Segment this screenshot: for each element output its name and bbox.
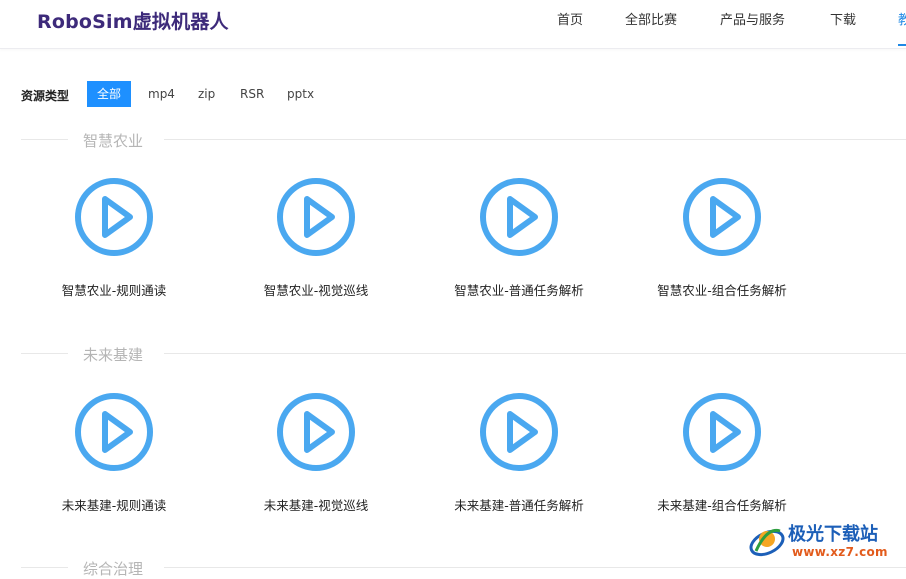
resource-card[interactable]: 智慧农业-组合任务解析 bbox=[632, 177, 812, 307]
nav-active-underline bbox=[898, 44, 906, 46]
nav-home[interactable]: 首页 bbox=[557, 9, 583, 28]
resource-title: 智慧农业-视觉巡线 bbox=[263, 283, 369, 298]
section-title-future-infrastructure: 未来基建 bbox=[0, 344, 906, 364]
resource-card[interactable]: 未来基建-组合任务解析 bbox=[632, 392, 812, 522]
filter-option-all[interactable]: 全部 bbox=[87, 81, 132, 107]
play-circle-icon bbox=[75, 178, 153, 256]
play-circle-icon bbox=[683, 178, 761, 256]
watermark-text: 极光下载站 bbox=[788, 524, 878, 545]
divider-line bbox=[21, 567, 68, 568]
divider-line bbox=[21, 139, 68, 140]
resource-title: 未来基建-普通任务解析 bbox=[454, 498, 584, 513]
resource-card[interactable]: 智慧农业-规则通读 bbox=[24, 177, 204, 307]
main-nav: 首页 全部比赛 产品与服务 下载 教 bbox=[0, 0, 906, 48]
play-circle-icon bbox=[480, 393, 558, 471]
watermark-logo-icon bbox=[749, 528, 785, 557]
filter-option-mp4[interactable]: mp4 bbox=[148, 81, 175, 107]
play-circle-icon bbox=[75, 393, 153, 471]
watermark-url: www.xz7.com bbox=[792, 545, 888, 559]
resource-title: 智慧农业-规则通读 bbox=[61, 283, 167, 298]
filter-option-rsr[interactable]: RSR bbox=[240, 81, 264, 107]
resource-card[interactable]: 未来基建-规则通读 bbox=[24, 392, 204, 522]
resource-card[interactable]: 智慧农业-视觉巡线 bbox=[226, 177, 406, 307]
resource-card[interactable]: 未来基建-视觉巡线 bbox=[226, 392, 406, 522]
filter-label: 资源类型 bbox=[21, 89, 70, 103]
resource-card[interactable]: 智慧农业-普通任务解析 bbox=[429, 177, 609, 307]
play-circle-icon bbox=[683, 393, 761, 471]
site-watermark: 极光下载站 www.xz7.com bbox=[746, 517, 906, 565]
section-title-text: 智慧农业 bbox=[83, 132, 144, 150]
nav-download[interactable]: 下载 bbox=[830, 9, 856, 28]
nav-products-services[interactable]: 产品与服务 bbox=[720, 9, 785, 28]
resource-title: 智慧农业-组合任务解析 bbox=[657, 283, 787, 298]
resource-title: 智慧农业-普通任务解析 bbox=[454, 283, 584, 298]
play-circle-icon bbox=[277, 178, 355, 256]
resource-title: 未来基建-视觉巡线 bbox=[263, 498, 369, 513]
resource-title: 未来基建-规则通读 bbox=[61, 498, 167, 513]
divider-line bbox=[164, 139, 906, 140]
divider-line bbox=[164, 567, 906, 568]
divider-line bbox=[164, 353, 906, 354]
play-circle-icon bbox=[277, 393, 355, 471]
top-header: RoboSim虚拟机器人 首页 全部比赛 产品与服务 下载 教 bbox=[0, 0, 906, 49]
resource-card[interactable]: 未来基建-普通任务解析 bbox=[429, 392, 609, 522]
section-title-text: 未来基建 bbox=[83, 346, 144, 364]
nav-all-competitions[interactable]: 全部比赛 bbox=[625, 9, 677, 28]
filter-option-pptx[interactable]: pptx bbox=[287, 81, 314, 107]
divider-line bbox=[21, 353, 68, 354]
section-title-smart-agriculture: 智慧农业 bbox=[0, 130, 906, 150]
nav-teaching-truncated[interactable]: 教 bbox=[898, 9, 906, 28]
filter-option-zip[interactable]: zip bbox=[198, 81, 215, 107]
resource-title: 未来基建-组合任务解析 bbox=[657, 498, 787, 513]
play-circle-icon bbox=[480, 178, 558, 256]
